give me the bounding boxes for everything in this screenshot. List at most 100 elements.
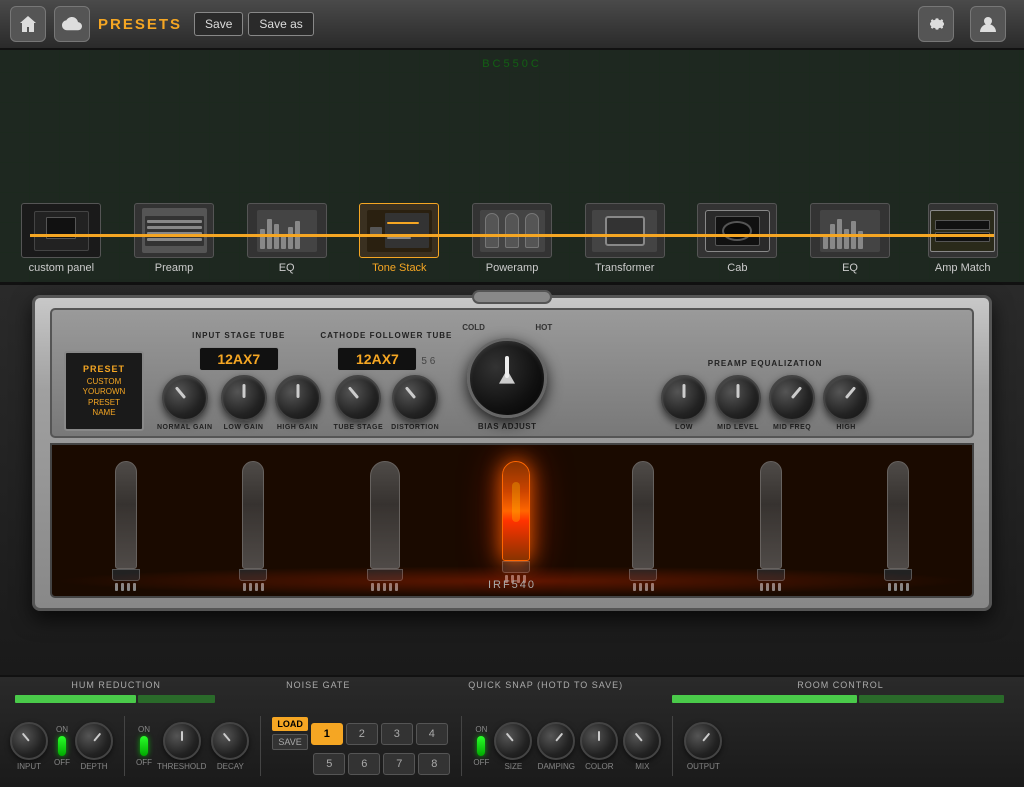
divider-1 — [124, 716, 125, 776]
save-button[interactable]: Save — [194, 12, 243, 36]
snap-btn-3[interactable]: 3 — [381, 723, 413, 745]
snap-btn-6[interactable]: 6 — [348, 753, 380, 775]
snap-btn-4[interactable]: 4 — [416, 723, 448, 745]
quick-snap-meter — [419, 693, 672, 705]
chain-label-tone-stack: Tone Stack — [372, 262, 426, 274]
chain-item-eq1[interactable]: EQ — [230, 203, 343, 274]
normal-gain-label: NORMAL GAIN — [157, 424, 213, 431]
chain-item-poweramp[interactable]: Poweramp — [456, 203, 569, 274]
load-save-labels: LOAD SAVE — [272, 717, 308, 750]
divider-3 — [461, 716, 462, 776]
chain-item-cab[interactable]: Cab — [681, 203, 794, 274]
preset-box-label: PRESET — [83, 364, 125, 374]
size-label: SIZE — [504, 762, 522, 771]
cloud-button[interactable] — [54, 6, 90, 42]
depth-knob[interactable] — [75, 722, 113, 760]
tube-stage-knob[interactable] — [335, 375, 381, 421]
chain-label-poweramp: Poweramp — [486, 262, 539, 274]
mid-level-group: MID LEVEL — [715, 375, 761, 431]
chain-item-amp-match[interactable]: Amp Match — [906, 203, 1019, 274]
user-button[interactable] — [970, 6, 1006, 42]
distortion-knob[interactable] — [392, 375, 438, 421]
normal-gain-group: NORMAL GAIN — [157, 375, 213, 431]
preset-box: PRESET CUSTOMYOUROWNPRESETNAME — [64, 351, 144, 431]
threshold-knob[interactable] — [163, 722, 201, 760]
mid-freq-label: MID FREQ — [773, 424, 811, 431]
threshold-knob-group: THRESHOLD — [157, 722, 206, 771]
home-button[interactable] — [10, 6, 46, 42]
mid-level-knob[interactable] — [715, 375, 761, 421]
high-gain-label: HIGH GAIN — [277, 424, 318, 431]
settings-button[interactable] — [918, 6, 954, 42]
snap-btn-8[interactable]: 8 — [418, 753, 450, 775]
room-on-label: ON — [475, 725, 487, 734]
input-tube-selector[interactable]: 12AX7 — [199, 347, 279, 371]
bottom-bar: HUM REDUCTION NOISE GATE QUICK SNAP (HOT… — [0, 675, 1024, 787]
tubes-section: IRF540 — [50, 443, 974, 598]
cathode-tube-selector[interactable]: 12AX7 — [337, 347, 417, 371]
signal-chain-line — [30, 234, 994, 237]
damping-knob[interactable] — [537, 722, 575, 760]
preset-box-name: CUSTOMYOUROWNPRESETNAME — [83, 377, 126, 419]
color-label: COLOR — [585, 762, 613, 771]
hum-meter — [15, 693, 217, 705]
snap-btn-2[interactable]: 2 — [346, 723, 378, 745]
hum-reduction-controls: ON OFF DEPTH — [54, 722, 113, 771]
decay-knob[interactable] — [211, 722, 249, 760]
save-as-button[interactable]: Save as — [248, 12, 313, 36]
room-off-label: OFF — [473, 758, 489, 767]
low-eq-knob[interactable] — [661, 375, 707, 421]
mid-freq-group: MID FREQ — [769, 375, 815, 431]
preamp-eq-label: PREAMP EQUALIZATION — [708, 359, 823, 368]
tube-6 — [757, 461, 785, 591]
ng-off-label: OFF — [136, 758, 152, 767]
low-gain-knob[interactable] — [221, 375, 267, 421]
tube-stage-label: TUBE STAGE — [334, 424, 384, 431]
output-label: OUTPUT — [687, 762, 720, 771]
amp-head: PRESET CUSTOMYOUROWNPRESETNAME INPUT STA… — [32, 295, 992, 611]
color-knob-group: COLOR — [580, 722, 618, 771]
decay-knob-group: DECAY — [211, 722, 249, 771]
circuit-label: BC550C — [482, 58, 542, 70]
noise-gate-switch[interactable]: ON OFF — [136, 725, 152, 767]
low-gain-group: LOW GAIN — [221, 375, 267, 431]
amp-section: PRESET CUSTOMYOUROWNPRESETNAME INPUT STA… — [0, 285, 1024, 675]
distortion-label: DISTORTION — [391, 424, 439, 431]
controls-panel: PRESET CUSTOMYOUROWNPRESETNAME INPUT STA… — [50, 308, 974, 438]
noise-gate-controls: ON OFF THRESHOLD DECAY — [136, 722, 249, 771]
color-knob[interactable] — [580, 722, 618, 760]
noise-gate-meter — [217, 693, 419, 705]
snap-btn-7[interactable]: 7 — [383, 753, 415, 775]
chain-item-tone-stack[interactable]: Tone Stack — [343, 203, 456, 274]
hum-led — [58, 736, 66, 756]
size-knob[interactable] — [494, 722, 532, 760]
bias-knob[interactable] — [467, 338, 547, 418]
snap-btn-5[interactable]: 5 — [313, 753, 345, 775]
presets-label: PRESETS — [98, 16, 182, 33]
normal-gain-knob[interactable] — [162, 375, 208, 421]
top-bar: PRESETS Save Save as — [0, 0, 1024, 50]
chain-item-custom-panel[interactable]: custom panel — [5, 203, 118, 274]
hum-switch[interactable]: ON OFF — [54, 725, 70, 767]
tube-7 — [884, 461, 912, 591]
threshold-label: THRESHOLD — [157, 762, 206, 771]
room-led — [477, 736, 485, 756]
mid-freq-knob[interactable] — [769, 375, 815, 421]
mix-knob[interactable] — [623, 722, 661, 760]
save-snap-label: SAVE — [272, 734, 308, 750]
chain-item-eq2[interactable]: EQ — [794, 203, 907, 274]
input-knob[interactable] — [10, 722, 48, 760]
high-gain-knob[interactable] — [275, 375, 321, 421]
hum-reduction-label: HUM REDUCTION — [15, 680, 217, 690]
high-eq-knob[interactable] — [823, 375, 869, 421]
hum-off-label: OFF — [54, 758, 70, 767]
tube-5 — [629, 461, 657, 591]
snap-btn-1[interactable]: 1 — [311, 723, 343, 745]
output-knob[interactable] — [684, 722, 722, 760]
chain-item-transformer[interactable]: Transformer — [568, 203, 681, 274]
chain-label-eq1: EQ — [279, 262, 295, 274]
input-stage-label: INPUT STAGE TUBE — [192, 331, 285, 340]
room-switch[interactable]: ON OFF — [473, 725, 489, 767]
chain-item-preamp[interactable]: Preamp — [118, 203, 231, 274]
chain-label-custom-panel: custom panel — [29, 262, 94, 274]
